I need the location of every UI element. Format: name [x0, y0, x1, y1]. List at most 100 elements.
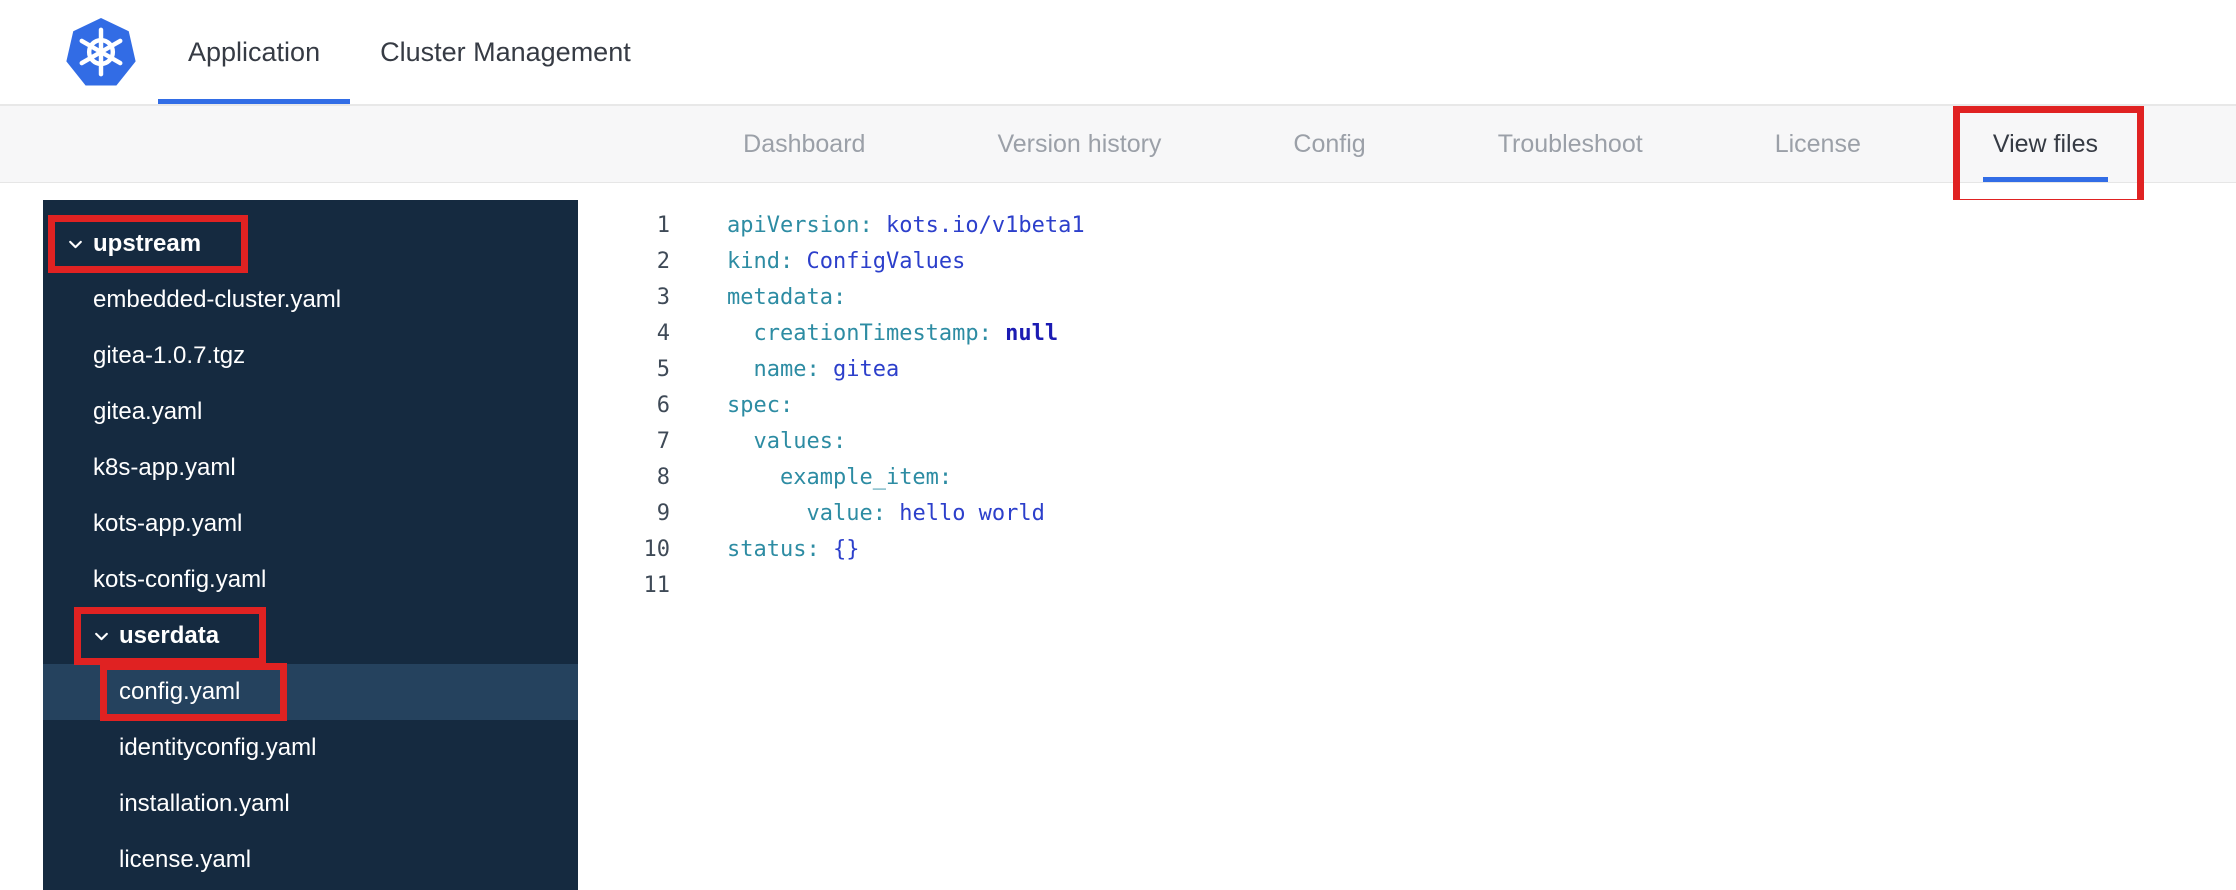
code-token: hello world	[885, 501, 1045, 526]
tree-group-userdata[interactable]: userdata	[43, 608, 578, 664]
kubernetes-logo-icon	[64, 15, 138, 89]
tree-row-content: gitea.yaml	[81, 390, 242, 434]
tree-file-identityconfig-yaml[interactable]: identityconfig.yaml	[43, 720, 578, 776]
code-line: 7 values:	[578, 424, 2236, 460]
tab-dashboard[interactable]: Dashboard	[733, 106, 875, 182]
tree-file-installation-yaml[interactable]: installation.yaml	[43, 776, 578, 832]
code-line: 11	[578, 568, 2236, 604]
code-token: example_item:	[779, 465, 953, 490]
code-token: {}	[819, 537, 860, 562]
tree-row-content: identityconfig.yaml	[107, 726, 356, 770]
tree-item-label: k8s-app.yaml	[93, 454, 236, 481]
tab-view-files[interactable]: View files	[1952, 106, 2145, 206]
tab-application[interactable]: Application	[158, 0, 350, 104]
code-token: gitea	[819, 357, 900, 382]
tab-config[interactable]: Config	[1283, 106, 1375, 182]
line-number: 9	[656, 501, 670, 526]
line-number: 2	[656, 249, 670, 274]
line-number: 5	[656, 357, 670, 382]
code-token: value:	[806, 501, 886, 526]
tree-row-content: embedded-cluster.yaml	[81, 278, 381, 322]
line-number: 1	[656, 213, 670, 238]
line-content: spec:	[670, 388, 793, 424]
line-content	[670, 568, 727, 604]
tree-item-label: identityconfig.yaml	[119, 734, 317, 761]
line-content: metadata:	[670, 280, 846, 316]
code-line: 10 status: {}	[578, 532, 2236, 568]
tree-file-kots-config-yaml[interactable]: kots-config.yaml	[43, 552, 578, 608]
tree-file-kots-app-yaml[interactable]: kots-app.yaml	[43, 496, 578, 552]
main-content: upstream embedded-cluster.yaml gitea-1.0.7…	[43, 200, 2236, 890]
tree-item-label: userdata	[119, 622, 220, 649]
chevron-down-icon	[69, 240, 82, 248]
tree-file-embedded-cluster-yaml[interactable]: embedded-cluster.yaml	[43, 272, 578, 328]
top-header: Application Cluster Management	[0, 0, 2236, 106]
tab-version-history[interactable]: Version history	[987, 106, 1171, 182]
code-line: 3 metadata:	[578, 280, 2236, 316]
line-content: creationTimestamp: null	[670, 316, 1059, 352]
tree-group-upstream[interactable]: upstream	[43, 216, 578, 272]
code-token: values:	[753, 429, 847, 454]
code-token: ConfigValues	[793, 249, 966, 274]
code-line: 8 example_item:	[578, 460, 2236, 496]
tab-license[interactable]: License	[1765, 106, 1871, 182]
code-token: spec:	[727, 393, 794, 418]
line-content: name: gitea	[670, 352, 900, 388]
line-content: kind: ConfigValues	[670, 244, 965, 280]
code-line: 1 apiVersion: kots.io/v1beta1	[578, 208, 2236, 244]
file-tree: upstream embedded-cluster.yaml gitea-1.0.7…	[43, 200, 578, 890]
tree-row-content: kots-app.yaml	[81, 502, 282, 546]
tree-file-gitea-yaml[interactable]: gitea.yaml	[43, 384, 578, 440]
tree-row-content: k8s-app.yaml	[81, 446, 276, 490]
line-number: 11	[643, 573, 671, 598]
tree-file-gitea-1-0-7-tgz[interactable]: gitea-1.0.7.tgz	[43, 328, 578, 384]
app-tabs: Application Cluster Management	[158, 0, 661, 104]
line-content: example_item:	[670, 460, 952, 496]
tree-file-k8s-app-yaml[interactable]: k8s-app.yaml	[43, 440, 578, 496]
code-line: 6 spec:	[578, 388, 2236, 424]
line-number: 6	[656, 393, 670, 418]
tree-item-label: config.yaml	[119, 678, 241, 705]
tree-row-content: installation.yaml	[107, 782, 330, 826]
tree-row-content: license.yaml	[107, 838, 291, 882]
line-content: value: hello world	[670, 496, 1045, 532]
tree-row-content: gitea-1.0.7.tgz	[81, 334, 285, 378]
line-content: apiVersion: kots.io/v1beta1	[670, 208, 1085, 244]
line-number: 10	[643, 537, 671, 562]
line-content: values:	[670, 424, 847, 460]
tree-row-content: upstream	[55, 222, 241, 266]
tree-item-label: gitea-1.0.7.tgz	[93, 342, 246, 369]
code-line: 4 creationTimestamp: null	[578, 316, 2236, 352]
code-lines: 1 apiVersion: kots.io/v1beta1 2 kind: Confi…	[578, 208, 2236, 604]
line-number: 4	[656, 321, 670, 346]
code-token: kind:	[727, 249, 794, 274]
code-token: status:	[727, 537, 820, 562]
code-line: 9 value: hello world	[578, 496, 2236, 532]
code-editor[interactable]: 1 apiVersion: kots.io/v1beta1 2 kind: Confi…	[578, 200, 2236, 890]
subnav-tabs: Dashboard Version history Config Troublesho…	[733, 106, 2236, 206]
tree-file-config-yaml[interactable]: config.yaml	[43, 664, 578, 720]
code-token: kots.io/v1beta1	[872, 213, 1085, 238]
tree-item-label: gitea.yaml	[93, 398, 203, 425]
tree-row-content: userdata	[81, 614, 259, 658]
tab-troubleshoot[interactable]: Troubleshoot	[1488, 106, 1653, 182]
tab-cluster-management[interactable]: Cluster Management	[350, 0, 661, 104]
code-token: creationTimestamp:	[753, 321, 992, 346]
code-token: metadata:	[727, 285, 847, 310]
tree-item-label: embedded-cluster.yaml	[93, 286, 342, 313]
line-number: 8	[656, 465, 670, 490]
tree-item-label: kots-app.yaml	[93, 510, 243, 537]
code-line: 2 kind: ConfigValues	[578, 244, 2236, 280]
code-line: 5 name: gitea	[578, 352, 2236, 388]
tree-item-label: license.yaml	[119, 846, 252, 873]
code-token: apiVersion:	[727, 213, 873, 238]
app-subnav: Dashboard Version history Config Troublesho…	[0, 106, 2236, 206]
tree-item-label: kots-config.yaml	[93, 566, 267, 593]
tree-file-license-yaml[interactable]: license.yaml	[43, 832, 578, 888]
tree-row-content: kots-config.yaml	[81, 558, 306, 602]
tree-row-content: config.yaml	[107, 670, 280, 714]
